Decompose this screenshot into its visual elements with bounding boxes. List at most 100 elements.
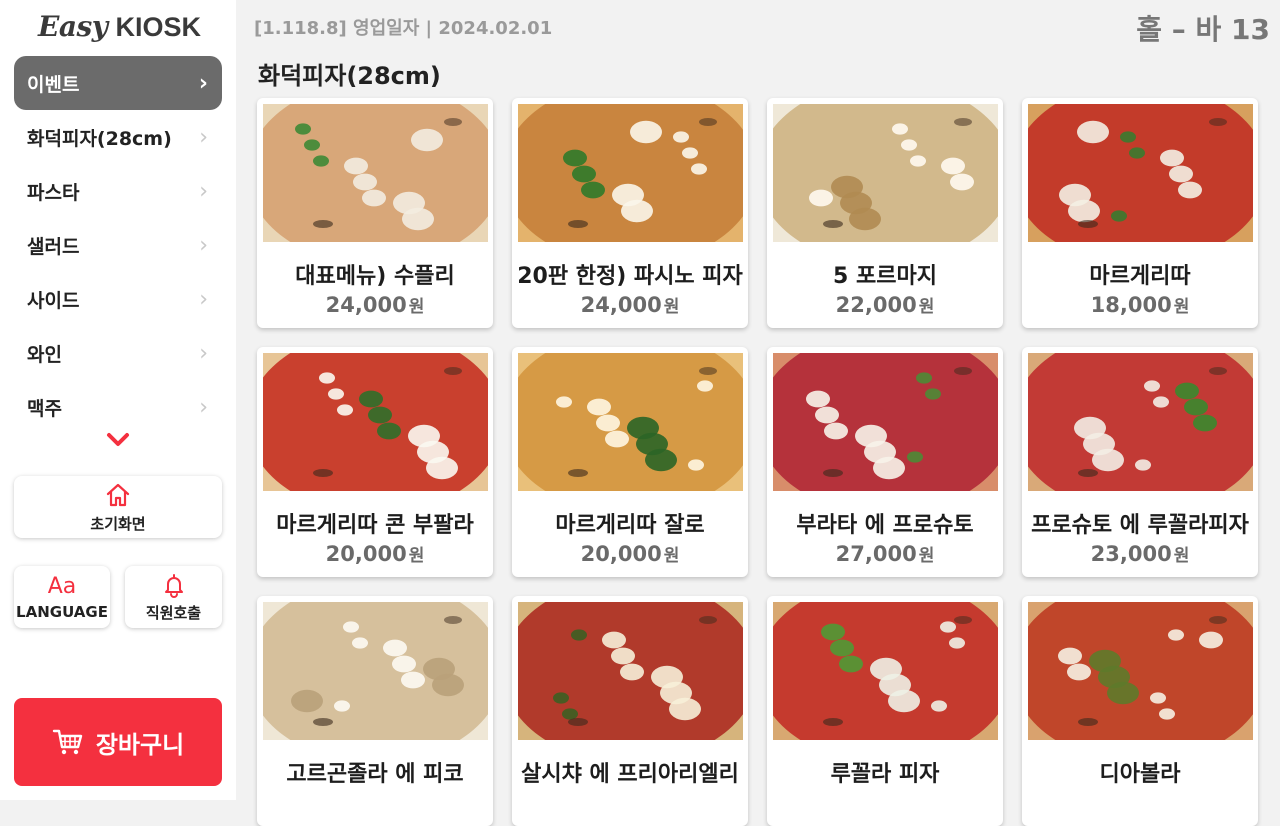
sidebar: Easy KIOSK 이벤트 › 화덕피자(28cm) › 파스타 › 샐러드 … (0, 0, 236, 800)
product-name: 부라타 에 프로슈토 (796, 513, 974, 538)
product-price: 27,000 원 (767, 541, 1003, 566)
cart-button[interactable]: 장바구니 (14, 698, 222, 786)
bell-icon (164, 573, 183, 598)
product-name: 고르곤졸라 에 피코 (286, 762, 464, 787)
price-value: 27,000 (835, 542, 917, 566)
price-value: 22,000 (835, 293, 917, 317)
language-icon: Aa (47, 573, 77, 599)
product-photo (518, 602, 743, 740)
call-staff-button[interactable]: 직원호출 (125, 566, 222, 628)
product-card[interactable]: 마르게리따 18,000 원 (1022, 98, 1258, 328)
product-card[interactable]: 20판 한정) 파시노 피자 24,000 원 (512, 98, 748, 328)
chevron-right-icon: › (199, 178, 208, 204)
currency-unit: 원 (918, 297, 935, 317)
cart-label: 장바구니 (95, 730, 185, 759)
sidebar-item-event[interactable]: 이벤트 › (14, 56, 222, 110)
price-value: 24,000 (580, 293, 662, 317)
product-price: 20,000 원 (512, 541, 748, 566)
price-value: 24,000 (325, 293, 407, 317)
product-photo (263, 104, 488, 242)
price-value: 18,000 (1090, 293, 1172, 317)
version-business-date: [1.118.8] 영업일자 | 2024.02.01 (254, 18, 553, 39)
sidebar-item-salad[interactable]: 샐러드 › (14, 218, 222, 272)
product-card[interactable]: 프로슈토 에 루꼴라피자 23,000 원 (1022, 347, 1258, 577)
currency-unit: 원 (918, 546, 935, 566)
product-name: 마르게리따 잘로 (555, 513, 705, 538)
product-name: 루꼴라 피자 (830, 762, 940, 787)
currency-unit: 원 (408, 297, 425, 317)
product-photo (1028, 104, 1253, 242)
home-label: 초기화면 (90, 514, 146, 533)
product-price: 18,000 원 (1022, 292, 1258, 317)
product-price: 24,000 원 (257, 292, 493, 317)
sidebar-item-label: 화덕피자(28cm) (27, 127, 172, 150)
product-photo (1028, 353, 1253, 491)
sidebar-item-label: 샐러드 (27, 235, 80, 258)
chevron-right-icon: › (199, 286, 208, 312)
product-photo (263, 353, 488, 491)
home-icon (106, 483, 130, 506)
product-name: 마르게리따 (1089, 264, 1191, 289)
product-name: 대표메뉴) 수플리 (295, 264, 455, 289)
chevron-right-icon: › (199, 124, 208, 150)
product-price: 22,000 원 (767, 292, 1003, 317)
sidebar-item-label: 이벤트 (27, 73, 80, 96)
sidebar-item-label: 사이드 (27, 289, 80, 312)
chevron-right-icon: › (199, 394, 208, 420)
home-button[interactable]: 초기화면 (14, 476, 222, 538)
chevron-right-icon: › (199, 232, 208, 258)
sidebar-item-label: 맥주 (27, 397, 62, 420)
language-label: LANGUAGE (16, 602, 108, 621)
language-button[interactable]: Aa LANGUAGE (14, 566, 110, 628)
product-name: 20판 한정) 파시노 피자 (517, 264, 743, 289)
logo-kiosk: KIOSK (115, 12, 202, 42)
product-price: 23,000 원 (1022, 541, 1258, 566)
chevron-right-icon: › (199, 340, 208, 366)
product-photo (773, 353, 998, 491)
product-photo (1028, 602, 1253, 740)
product-card[interactable]: 고르곤졸라 에 피코 (257, 596, 493, 826)
sidebar-item-pasta[interactable]: 파스타 › (14, 164, 222, 218)
product-photo (518, 353, 743, 491)
sidebar-item-side[interactable]: 사이드 › (14, 272, 222, 326)
sidebar-item-beer[interactable]: 맥주 › (14, 380, 222, 434)
product-card[interactable]: 부라타 에 프로슈토 27,000 원 (767, 347, 1003, 577)
currency-unit: 원 (408, 546, 425, 566)
logo-easy: Easy (38, 10, 108, 43)
cart-icon (52, 729, 83, 755)
product-card[interactable]: 살시챠 에 프리아리엘리 (512, 596, 748, 826)
category-title: 화덕피자(28cm) (258, 62, 441, 90)
sidebar-item-label: 파스타 (27, 181, 80, 204)
product-name: 디아볼라 (1099, 762, 1181, 787)
scroll-more-chevron-down-icon[interactable] (104, 428, 132, 450)
category-menu: 이벤트 › 화덕피자(28cm) › 파스타 › 샐러드 › 사이드 › 와인 … (14, 56, 222, 434)
product-card[interactable]: 마르게리따 잘로 20,000 원 (512, 347, 748, 577)
product-photo (263, 602, 488, 740)
product-name: 5 포르마지 (833, 264, 937, 289)
currency-unit: 원 (663, 297, 680, 317)
call-staff-label: 직원호출 (145, 603, 202, 622)
product-name: 프로슈토 에 루꼴라피자 (1031, 513, 1249, 538)
product-price: 20,000 원 (257, 541, 493, 566)
product-card[interactable]: 디아볼라 (1022, 596, 1258, 826)
app-logo: Easy KIOSK (38, 10, 201, 44)
price-value: 20,000 (580, 542, 662, 566)
price-value: 23,000 (1090, 542, 1172, 566)
sidebar-item-pizza[interactable]: 화덕피자(28cm) › (14, 110, 222, 164)
product-photo (773, 104, 998, 242)
currency-unit: 원 (663, 546, 680, 566)
currency-unit: 원 (1173, 297, 1190, 317)
sidebar-item-label: 와인 (27, 343, 62, 366)
product-card[interactable]: 마르게리따 콘 부팔라 20,000 원 (257, 347, 493, 577)
currency-unit: 원 (1173, 546, 1190, 566)
sidebar-item-wine[interactable]: 와인 › (14, 326, 222, 380)
product-card[interactable]: 5 포르마지 22,000 원 (767, 98, 1003, 328)
product-photo (518, 104, 743, 242)
price-value: 20,000 (325, 542, 407, 566)
table-number: 홀 – 바 13 (1136, 13, 1270, 46)
chevron-right-icon: › (198, 70, 208, 96)
product-card[interactable]: 루꼴라 피자 (767, 596, 1003, 826)
product-price: 24,000 원 (512, 292, 748, 317)
product-card[interactable]: 대표메뉴) 수플리 24,000 원 (257, 98, 493, 328)
product-name: 마르게리따 콘 부팔라 (276, 513, 474, 538)
